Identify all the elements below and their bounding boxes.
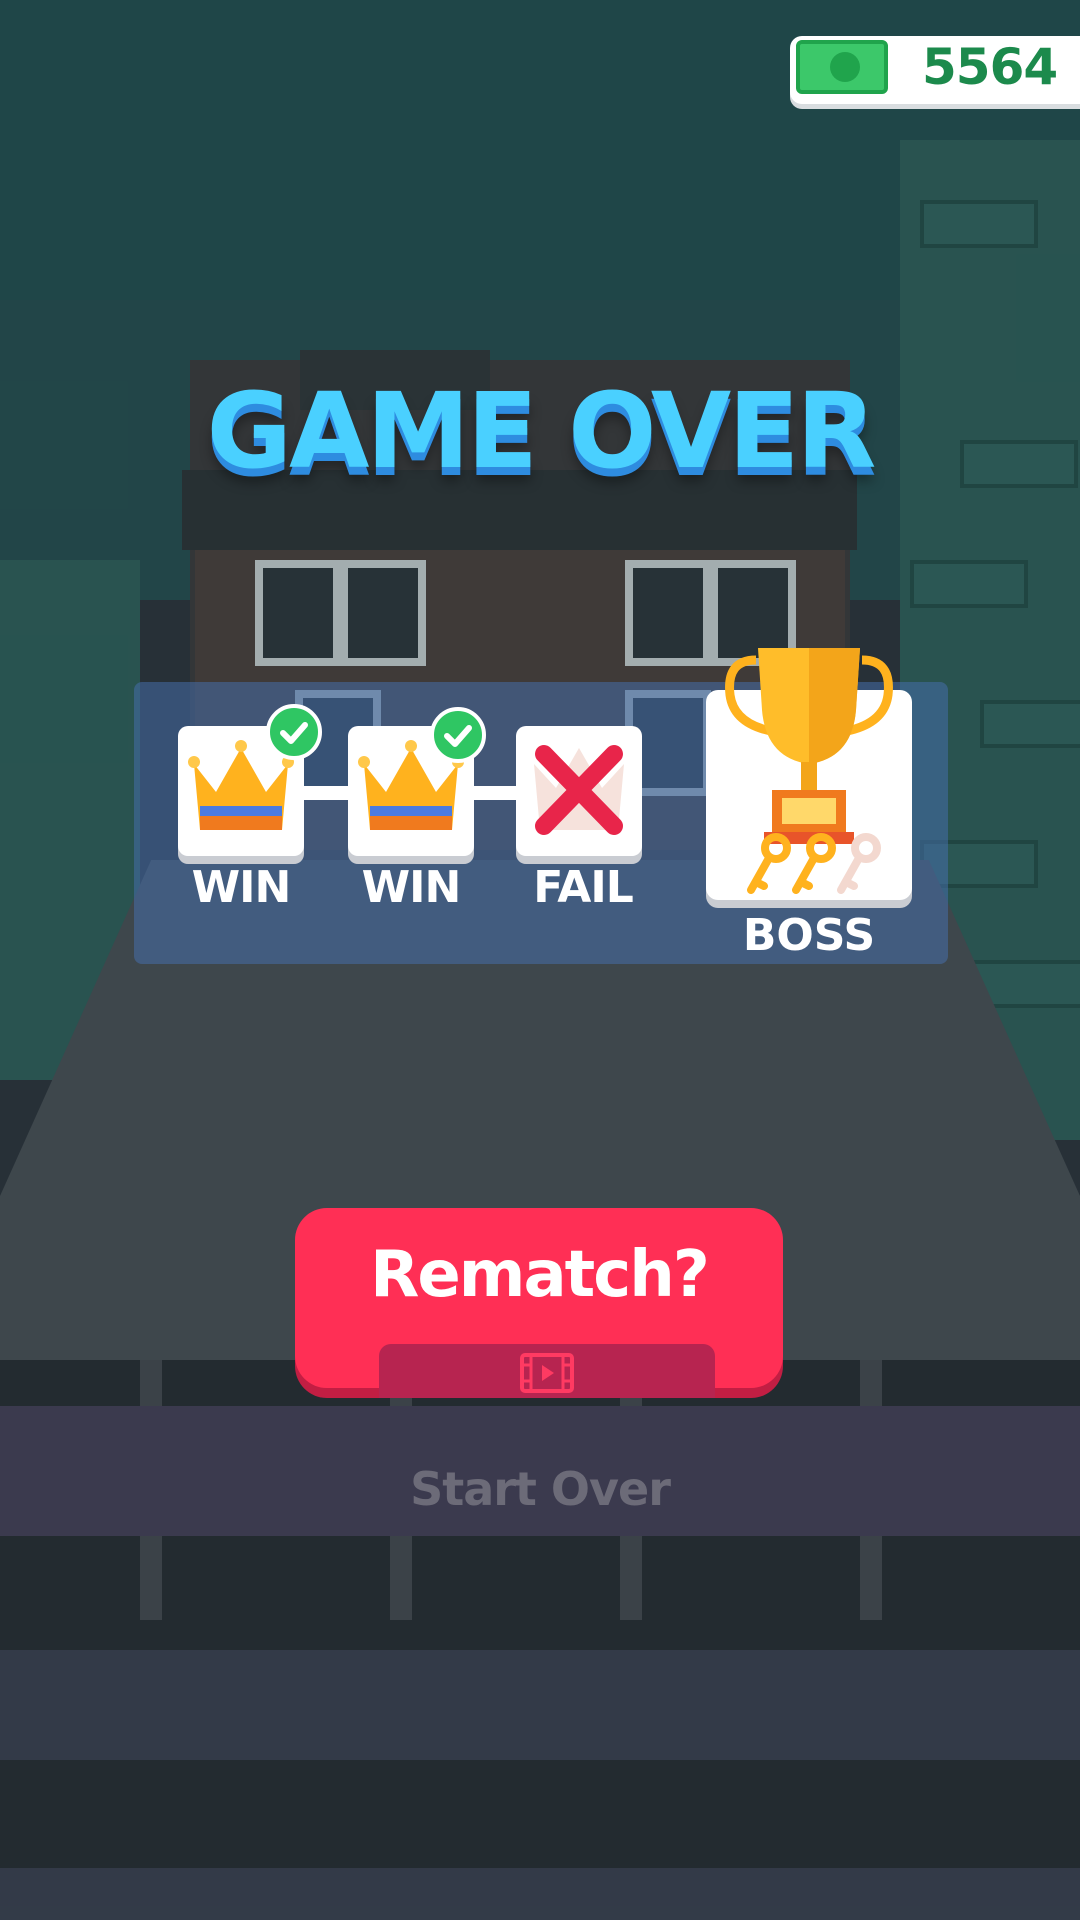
- cash-value: 5564: [922, 38, 1058, 96]
- stage-3-label: FAIL: [533, 862, 633, 913]
- cross-icon: [534, 745, 624, 835]
- boss-label: BOSS: [742, 910, 876, 961]
- game-over-title: GAME OVER: [206, 370, 877, 492]
- rematch-button[interactable]: Rematch?: [295, 1208, 783, 1398]
- boss-card: [706, 648, 912, 900]
- check-icon: [266, 704, 322, 760]
- cash-counter: 5564: [790, 36, 1080, 104]
- rematch-label: Rematch?: [370, 1238, 710, 1312]
- watch-ad-tab: [379, 1344, 715, 1398]
- stage-2-label: WIN: [361, 862, 462, 913]
- start-over-button[interactable]: Start Over: [0, 1462, 1080, 1516]
- check-icon: [430, 707, 486, 763]
- video-ad-icon: [520, 1353, 574, 1393]
- keys-icon: [747, 833, 881, 894]
- stage-3-card: [516, 726, 642, 856]
- stage-1-label: WIN: [191, 862, 292, 913]
- banknote-icon: [796, 40, 888, 94]
- trophy-icon: [725, 648, 893, 844]
